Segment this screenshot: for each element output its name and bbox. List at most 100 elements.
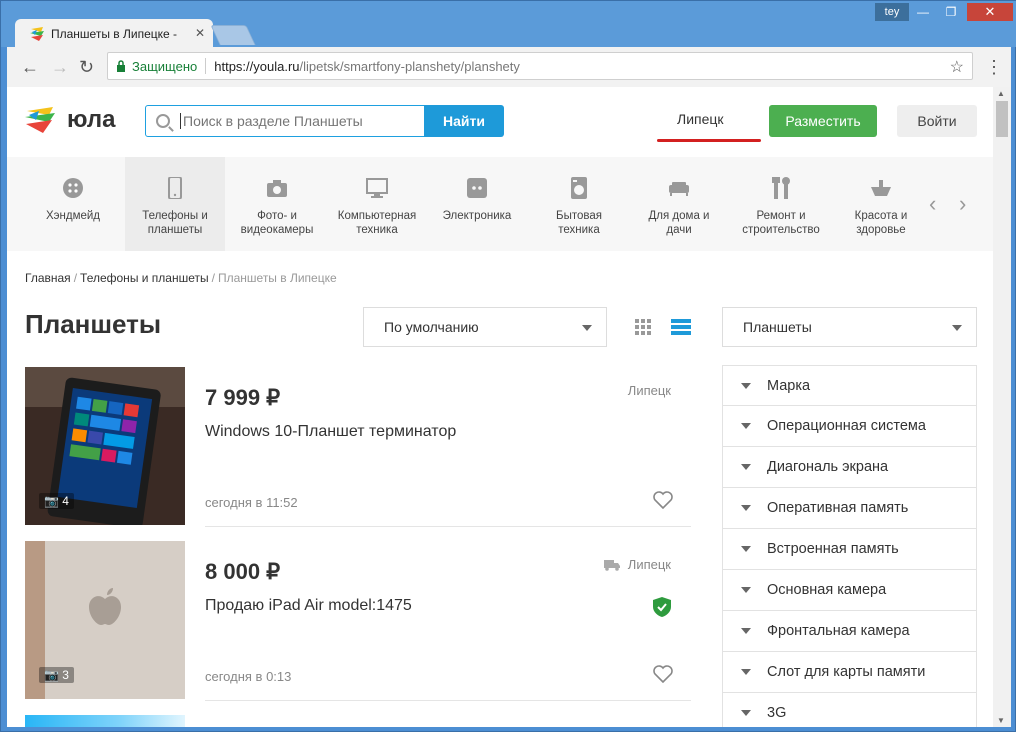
post-ad-button[interactable]: Разместить <box>769 105 877 137</box>
scroll-up-icon[interactable]: ▲ <box>997 89 1005 98</box>
breadcrumb: Главная / Телефоны и планшеты / Планшеты в Л… <box>25 271 337 285</box>
browser-toolbar: ← → ↻ Защищено https://youla.ru/lipetsk/… <box>7 47 1011 87</box>
filter-os[interactable]: Операционная система <box>722 406 977 447</box>
listing-title[interactable]: Продаю iPad Air model:1475 <box>205 597 412 615</box>
chevron-down-icon <box>741 628 751 634</box>
category-label: дачи <box>666 224 692 236</box>
category-label: видеокамеры <box>240 224 314 236</box>
close-window-icon[interactable]: ✕ <box>967 3 1013 21</box>
browser-tab[interactable]: Планшеты в Липецке - ✕ <box>15 19 213 48</box>
category-label: Бытовая <box>556 210 602 222</box>
youla-favicon-icon <box>29 26 45 42</box>
listing-card[interactable]: 📷 3 8 000 ₽ Продаю iPad Air model:1475 Л… <box>25 541 691 701</box>
category-label: Для дома и <box>648 210 710 222</box>
chevron-down-icon <box>741 710 751 716</box>
filter-label: Операционная система <box>767 418 926 434</box>
listing-photo[interactable]: 📷 3 <box>25 541 185 699</box>
category-handmade[interactable]: Хэндмейд <box>23 157 123 251</box>
filter-brand[interactable]: Марка <box>722 365 977 406</box>
list-view-icon[interactable] <box>671 319 691 335</box>
reload-icon[interactable]: ↻ <box>79 57 94 77</box>
secure-indicator[interactable]: Защищено <box>116 59 197 74</box>
filter-front-camera[interactable]: Фронтальная камера <box>722 611 977 652</box>
photo-count: 📷 3 <box>39 667 74 683</box>
phone-icon <box>164 176 186 200</box>
forward-icon[interactable]: → <box>51 57 69 77</box>
socket-icon <box>466 177 488 199</box>
filter-screen[interactable]: Диагональ экрана <box>722 447 977 488</box>
profile-badge[interactable]: tey <box>875 3 909 21</box>
page-title: Планшеты <box>25 309 162 339</box>
category-appliances[interactable]: Бытовая техника <box>529 157 629 251</box>
bookmark-star-icon[interactable]: ☆ <box>950 57 964 77</box>
scrollbar[interactable]: ▲ ▼ <box>993 87 1011 727</box>
filter-label: Слот для карты памяти <box>767 664 926 680</box>
sort-select[interactable]: По умолчанию <box>363 307 607 347</box>
breadcrumb-section[interactable]: Телефоны и планшеты <box>80 271 209 285</box>
filter-main-camera[interactable]: Основная камера <box>722 570 977 611</box>
category-label: Хэндмейд <box>45 210 101 222</box>
browser-menu-icon[interactable]: ⋮ <box>985 57 1003 78</box>
back-icon[interactable]: ← <box>21 57 39 77</box>
monitor-icon <box>366 177 388 199</box>
category-beauty[interactable]: Красота и здоровье <box>831 157 931 251</box>
category-select[interactable]: Планшеты <box>722 307 977 347</box>
listing-city-label: Липецк <box>627 383 671 398</box>
search-button[interactable]: Найти <box>424 105 504 137</box>
divider <box>205 58 207 74</box>
chevron-down-icon <box>741 382 751 389</box>
address-bar[interactable]: Защищено https://youla.ru/lipetsk/smartf… <box>107 52 973 80</box>
maximize-icon[interactable]: ❐ <box>937 3 965 21</box>
filter-label: Оперативная память <box>767 500 909 516</box>
filter-label: Диагональ экрана <box>767 459 889 475</box>
category-electronics[interactable]: Электроника <box>427 157 527 251</box>
category-label: строительство <box>742 224 820 236</box>
favorite-heart-icon[interactable] <box>653 665 673 683</box>
category-label: здоровье <box>856 224 906 236</box>
listing-title[interactable]: Windows 10-Планшет терминатор <box>205 423 456 441</box>
filter-3g[interactable]: 3G <box>722 693 977 727</box>
scroll-down-icon[interactable]: ▼ <box>997 716 1005 725</box>
favorite-heart-icon[interactable] <box>653 491 673 509</box>
chevron-left-icon[interactable]: ‹ <box>929 191 936 217</box>
youla-logo[interactable]: юла <box>23 105 116 135</box>
category-home[interactable]: Для дома и дачи <box>629 157 729 251</box>
listing-photo[interactable]: 📷 4 <box>25 367 185 525</box>
delivery-truck-icon <box>603 559 620 571</box>
category-label: Электроника <box>442 210 512 222</box>
category-phones[interactable]: Телефоны и планшеты <box>125 157 225 251</box>
handmade-icon <box>62 177 84 199</box>
filter-memory-slot[interactable]: Слот для карты памяти <box>722 652 977 693</box>
category-cameras[interactable]: Фото- и видеокамеры <box>227 157 327 251</box>
listing-card[interactable]: 📷 4 7 999 ₽ Windows 10-Планшет терминато… <box>25 367 691 527</box>
chevron-down-icon <box>741 423 751 429</box>
listing-divider <box>205 526 691 527</box>
photo-count-value: 4 <box>62 494 69 508</box>
filter-storage[interactable]: Встроенная память <box>722 529 977 570</box>
listing-city-label: Липецк <box>627 557 671 572</box>
breadcrumb-sep: / <box>211 271 215 285</box>
breadcrumb-home[interactable]: Главная <box>25 271 71 285</box>
listing-photo-partial[interactable] <box>25 715 185 727</box>
category-label: Фото- и <box>257 210 297 222</box>
new-tab-button[interactable] <box>210 25 256 45</box>
filter-ram[interactable]: Оперативная память <box>722 488 977 529</box>
grid-view-icon[interactable] <box>635 319 651 335</box>
search-input[interactable] <box>180 113 410 129</box>
login-button[interactable]: Войти <box>897 105 977 137</box>
category-repair[interactable]: Ремонт и строительство <box>731 157 831 251</box>
chevron-down-icon <box>741 587 751 593</box>
category-computers[interactable]: Компьютерная техника <box>327 157 427 251</box>
category-label: техника <box>558 224 600 236</box>
city-selector[interactable]: Липецк <box>665 111 724 127</box>
search-box <box>145 105 425 137</box>
city-underline <box>657 139 761 142</box>
sofa-icon <box>668 177 690 199</box>
lock-icon <box>117 60 125 72</box>
minimize-icon[interactable]: — <box>909 3 937 21</box>
scrollbar-thumb[interactable] <box>996 101 1008 137</box>
tab-close-icon[interactable]: ✕ <box>195 26 205 40</box>
listing-price: 8 000 ₽ <box>205 559 281 584</box>
category-bar: Хэндмейд Телефоны и планшеты Фото- и видео… <box>7 157 993 251</box>
chevron-right-icon[interactable]: › <box>959 191 966 217</box>
